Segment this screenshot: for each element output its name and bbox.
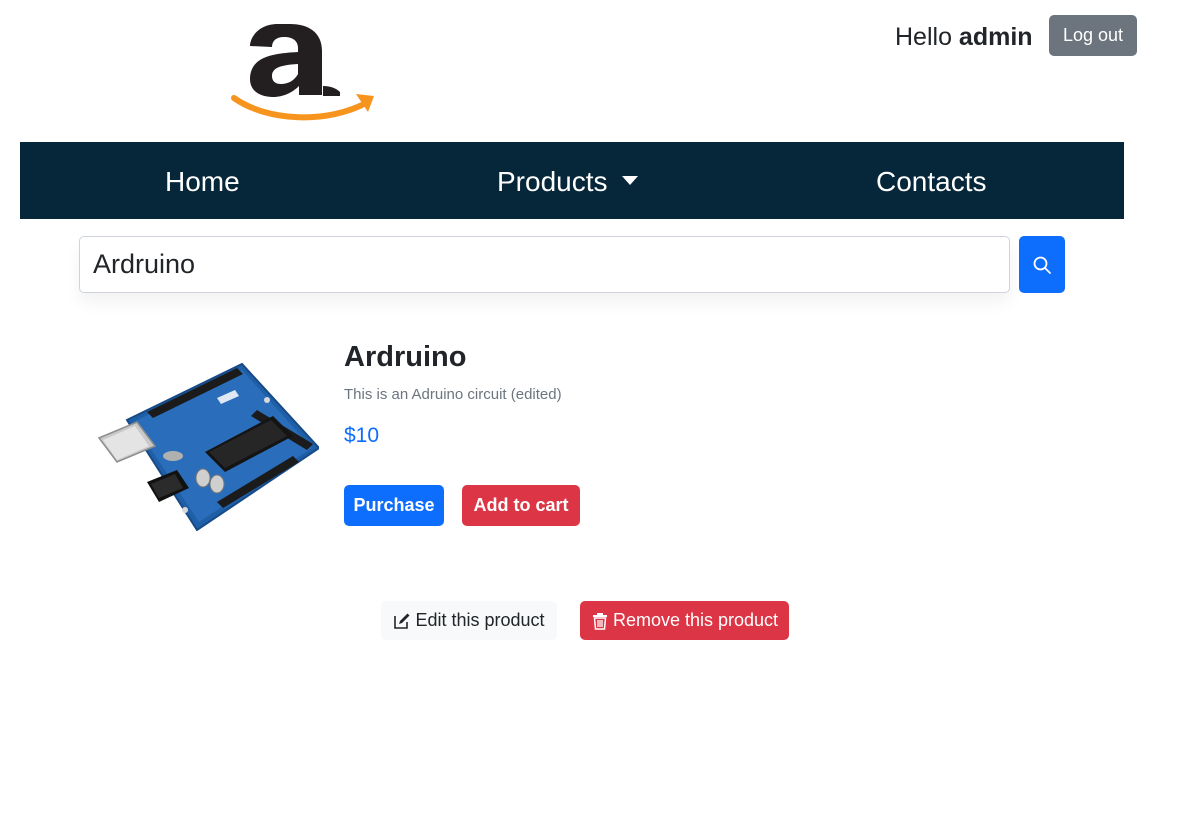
pencil-square-icon: [393, 612, 411, 630]
nav-item-products-dropdown[interactable]: Products: [497, 142, 638, 219]
product-title: Ardruino: [344, 341, 467, 373]
search-button[interactable]: [1019, 236, 1065, 293]
edit-product-button[interactable]: Edit this product: [381, 601, 557, 640]
caret-down-icon: [621, 176, 638, 186]
product-description: This is an Adruino circuit (edited): [344, 386, 562, 403]
main-navbar: Home Products Contacts: [20, 142, 1124, 219]
search-input[interactable]: [79, 236, 1010, 293]
add-to-cart-button[interactable]: Add to cart: [462, 485, 580, 526]
logout-button[interactable]: Log out: [1049, 15, 1137, 56]
product-price: $10: [344, 424, 380, 447]
nav-contacts-label: Contacts: [876, 166, 987, 197]
nav-home-label: Home: [165, 166, 240, 197]
user-greeting: Hello admin: [895, 22, 1033, 52]
trash-icon: [591, 612, 609, 630]
remove-product-label: Remove this product: [612, 610, 779, 630]
product-image: [97, 360, 321, 532]
purchase-button[interactable]: Purchase: [344, 485, 444, 526]
nav-item-contacts[interactable]: Contacts: [876, 142, 987, 219]
search-icon: [1033, 256, 1051, 274]
edit-product-label: Edit this product: [415, 610, 545, 630]
remove-product-button[interactable]: Remove this product: [580, 601, 789, 640]
nav-products-label: Products: [497, 166, 608, 197]
nav-item-home[interactable]: Home: [165, 142, 240, 219]
username: admin: [958, 23, 1033, 51]
amazon-logo[interactable]: [228, 16, 378, 124]
greeting-prefix: Hello: [895, 23, 959, 51]
